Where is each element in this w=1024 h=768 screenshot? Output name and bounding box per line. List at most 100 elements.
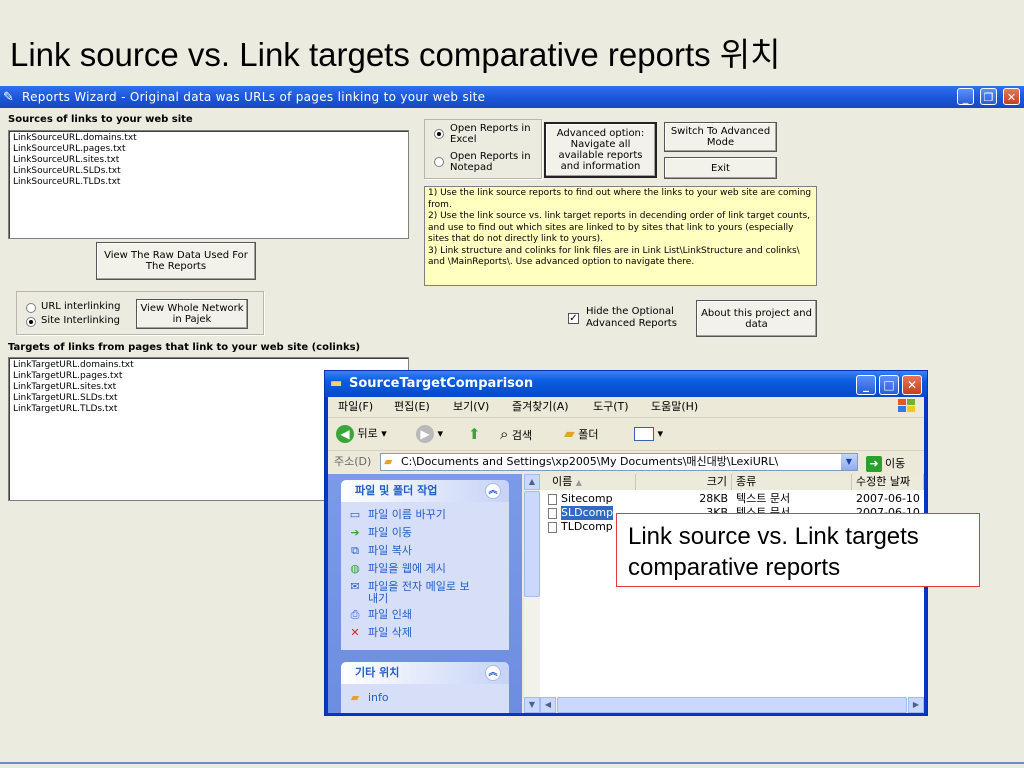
collapse-icon[interactable]: ︽: [485, 665, 501, 681]
maximize-icon[interactable]: □: [879, 375, 899, 395]
bottom-rule: [0, 762, 1024, 764]
site-interlinking-radio[interactable]: [26, 317, 36, 327]
back-arrow-icon: ◀: [336, 425, 354, 443]
chevron-down-icon[interactable]: ▼: [841, 454, 857, 470]
view-raw-data-button[interactable]: View The Raw Data Used For The Reports: [96, 242, 256, 280]
window-title: Reports Wizard - Original data was URLs …: [22, 90, 486, 104]
switch-advanced-button[interactable]: Switch To Advanced Mode: [664, 122, 777, 152]
callout-box: Link source vs. Link targets comparative…: [616, 513, 980, 587]
sources-listbox[interactable]: LinkSourceURL.domains.txt LinkSourceURL.…: [8, 130, 409, 239]
close-icon[interactable]: ✕: [902, 375, 922, 395]
sources-label: Sources of links to your web site: [8, 114, 193, 125]
globe-icon: ◍: [350, 562, 360, 575]
toolbar: ◀ 뒤로 ▾ ▶ ▾ ⬆ ⌕ 검색 ▰ 폴더 ▾: [328, 418, 924, 451]
forward-arrow-icon: ▶: [416, 425, 434, 443]
column-modified[interactable]: 수정한 날짜: [852, 474, 924, 490]
instruction-line: 3) Link structure and colinks for link f…: [428, 245, 800, 268]
text-file-icon: [548, 493, 557, 505]
minimize-icon[interactable]: _: [957, 88, 974, 105]
move-icon: ➔: [350, 526, 360, 539]
task-print[interactable]: ⎙ 파일 인쇄: [347, 609, 412, 621]
open-excel-radio[interactable]: [434, 129, 444, 139]
explorer-titlebar[interactable]: ▬ SourceTargetComparison _ □ ✕: [325, 371, 927, 397]
exit-button[interactable]: Exit: [664, 157, 777, 179]
list-item[interactable]: LinkSourceURL.sites.txt: [13, 155, 404, 166]
up-folder-icon[interactable]: ⬆: [468, 425, 481, 443]
url-interlinking-radio[interactable]: [26, 303, 36, 313]
view-network-button[interactable]: View Whole Network in Pajek: [136, 299, 248, 329]
column-size[interactable]: 크기: [636, 474, 732, 490]
task-copy[interactable]: ⧉ 파일 복사: [347, 545, 412, 557]
forward-button[interactable]: ▶ ▾: [416, 425, 443, 443]
minimize-icon[interactable]: _: [856, 375, 876, 395]
search-label: 검색: [511, 429, 533, 442]
menu-help[interactable]: 도움말(H): [651, 397, 698, 417]
slide-title: Link source vs. Link targets comparative…: [10, 36, 781, 73]
file-tasks-panel: ▭ 파일 이름 바꾸기 ➔ 파일 이동 ⧉ 파일 복사 ◍ 파일을 웹에 게시 ✉ 파일을…: [341, 502, 509, 650]
menu-favorites[interactable]: 즐겨찾기(A): [512, 397, 569, 417]
print-icon: ⎙: [350, 608, 360, 621]
list-item[interactable]: LinkSourceURL.SLDs.txt: [13, 166, 404, 177]
address-value: C:\Documents and Settings\xp2005\My Docu…: [401, 455, 779, 468]
reports-wizard-titlebar[interactable]: ✎ Reports Wizard - Original data was URL…: [0, 86, 1024, 108]
go-button[interactable]: ➜ 이동: [866, 453, 905, 475]
delete-icon: ✕: [350, 626, 360, 639]
other-places-title: 기타 위치: [355, 666, 400, 679]
task-rename[interactable]: ▭ 파일 이름 바꾸기: [347, 509, 446, 521]
views-button[interactable]: ▾: [634, 425, 663, 443]
folders-label: 폴더: [578, 428, 599, 441]
menu-edit[interactable]: 편집(E): [394, 397, 430, 417]
back-button[interactable]: ◀ 뒤로 ▾: [336, 425, 387, 443]
task-publish[interactable]: ◍ 파일을 웹에 게시: [347, 563, 446, 575]
list-item[interactable]: LinkSourceURL.pages.txt: [13, 144, 404, 155]
open-excel-label: Open Reports in Excel: [450, 123, 531, 145]
scroll-up-icon[interactable]: ▲: [524, 474, 540, 490]
list-item[interactable]: LinkSourceURL.domains.txt: [13, 133, 404, 144]
search-button[interactable]: ⌕ 검색: [500, 425, 532, 445]
restore-icon[interactable]: ❐: [980, 88, 997, 105]
menu-bar: 파일(F) 편집(E) 보기(V) 즐겨찾기(A) 도구(T) 도움말(H): [328, 397, 924, 418]
file-tasks-header[interactable]: 파일 및 폴더 작업 ︽: [341, 480, 509, 502]
back-label: 뒤로: [357, 427, 378, 440]
open-mode-frame: Open Reports in Excel Open Reports in No…: [424, 119, 542, 179]
scroll-right-icon[interactable]: ▶: [908, 697, 924, 713]
task-pane-scrollbar[interactable]: ▲ ▼: [524, 474, 540, 713]
hide-optional-checkbox[interactable]: ✓: [568, 313, 579, 324]
task-delete[interactable]: ✕ 파일 삭제: [347, 627, 412, 639]
text-file-icon: [548, 521, 557, 533]
menu-file[interactable]: 파일(F): [338, 397, 373, 417]
open-notepad-label: Open Reports in Notepad: [450, 151, 531, 173]
instruction-line: 2) Use the link source vs. link target r…: [428, 211, 811, 244]
scroll-down-icon[interactable]: ▼: [524, 697, 540, 713]
table-row[interactable]: Sitecomp 28KB 텍스트 문서 2007-06-10 오후: [540, 492, 924, 506]
task-email[interactable]: ✉ 파일을 전자 메일로 보내기: [350, 581, 478, 605]
column-name[interactable]: 이름 ▲: [540, 474, 636, 490]
address-field[interactable]: ▰ C:\Documents and Settings\xp2005\My Do…: [380, 453, 858, 471]
place-info[interactable]: ▰ info: [347, 692, 389, 704]
text-file-icon: [548, 507, 557, 519]
site-interlinking-label: Site Interlinking: [41, 315, 120, 326]
task-move[interactable]: ➔ 파일 이동: [347, 527, 412, 539]
scroll-left-icon[interactable]: ◀: [540, 697, 556, 713]
file-list-hscrollbar[interactable]: ◀ ▶: [540, 697, 924, 713]
folders-button[interactable]: ▰ 폴더: [564, 425, 599, 444]
column-type[interactable]: 종류: [732, 474, 852, 490]
advanced-option-button[interactable]: Advanced option: Navigate all available …: [544, 122, 657, 178]
about-button[interactable]: About this project and data: [696, 300, 817, 337]
list-item[interactable]: LinkSourceURL.TLDs.txt: [13, 177, 404, 188]
other-places-header[interactable]: 기타 위치 ︽: [341, 662, 509, 684]
menu-view[interactable]: 보기(V): [453, 397, 489, 417]
collapse-icon[interactable]: ︽: [485, 483, 501, 499]
close-icon[interactable]: ✕: [1003, 88, 1020, 105]
hscroll-thumb[interactable]: [557, 697, 907, 713]
menu-tools[interactable]: 도구(T): [593, 397, 629, 417]
scroll-thumb[interactable]: [524, 491, 540, 597]
explorer-title: SourceTargetComparison: [349, 376, 534, 391]
go-arrow-icon: ➜: [866, 456, 882, 472]
app-icon: ✎: [3, 90, 14, 105]
go-label: 이동: [885, 457, 906, 470]
folder-icon: ▬: [330, 376, 343, 391]
open-notepad-radio[interactable]: [434, 157, 444, 167]
rename-icon: ▭: [349, 508, 361, 521]
folders-icon: ▰: [564, 426, 575, 442]
